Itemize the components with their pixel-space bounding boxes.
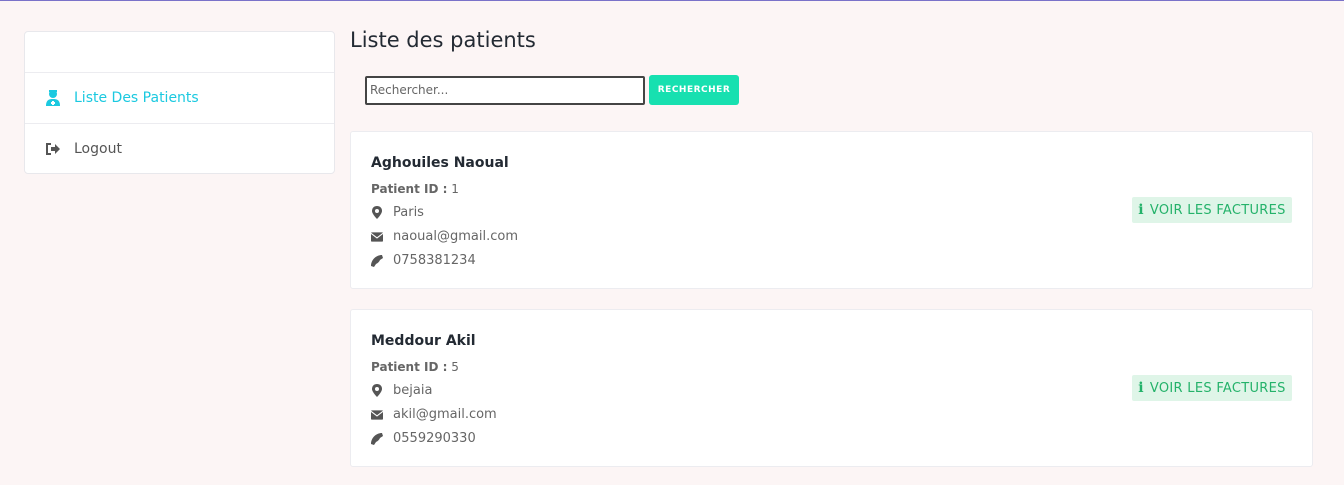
sidebar-item-patients[interactable]: Liste Des Patients bbox=[25, 73, 334, 123]
patient-city-row: Paris bbox=[371, 205, 424, 220]
patient-id: Patient ID : 1 bbox=[371, 182, 459, 196]
patient-email-row: akil@gmail.com bbox=[371, 407, 497, 422]
envelope-icon bbox=[371, 408, 383, 422]
search-bar: RECHERCHER bbox=[365, 75, 739, 105]
info-icon: i bbox=[1138, 202, 1144, 218]
sidebar-item-logout[interactable]: Logout bbox=[25, 123, 334, 173]
map-marker-icon bbox=[371, 384, 383, 398]
sidebar-item-label: Liste Des Patients bbox=[74, 90, 199, 106]
patient-card: Meddour Akil Patient ID : 5 bejaia akil@… bbox=[350, 309, 1313, 467]
info-icon: i bbox=[1138, 380, 1144, 396]
voir-factures-label: VOIR LES FACTURES bbox=[1149, 380, 1286, 396]
user-nurse-icon bbox=[44, 89, 62, 107]
patient-email-row: naoual@gmail.com bbox=[371, 229, 518, 244]
voir-factures-label: VOIR LES FACTURES bbox=[1149, 202, 1286, 218]
patient-phone-row: 0559290330 bbox=[371, 431, 476, 446]
patient-phone-row: 0758381234 bbox=[371, 253, 476, 268]
sidebar: Liste Des Patients Logout bbox=[24, 31, 335, 174]
patient-id-label: Patient ID : bbox=[371, 182, 448, 196]
patient-id-value: 5 bbox=[451, 360, 459, 374]
search-input[interactable] bbox=[365, 75, 645, 105]
page-title: Liste des patients bbox=[350, 28, 536, 52]
phone-icon bbox=[371, 254, 383, 268]
voir-factures-button[interactable]: i VOIR LES FACTURES bbox=[1132, 375, 1292, 401]
patient-card: Aghouiles Naoual Patient ID : 1 Paris na… bbox=[350, 131, 1313, 289]
map-marker-icon bbox=[371, 206, 383, 220]
sidebar-item-label: Logout bbox=[74, 140, 122, 157]
patient-email: naoual@gmail.com bbox=[393, 229, 518, 244]
sign-out-icon bbox=[44, 140, 62, 158]
sidebar-header bbox=[25, 32, 334, 73]
envelope-icon bbox=[371, 230, 383, 244]
voir-factures-button[interactable]: i VOIR LES FACTURES bbox=[1132, 197, 1292, 223]
patient-city: Paris bbox=[393, 205, 424, 220]
patient-id-value: 1 bbox=[451, 182, 459, 196]
search-button[interactable]: RECHERCHER bbox=[649, 75, 739, 105]
patient-phone: 0559290330 bbox=[393, 431, 476, 446]
patient-name: Meddour Akil bbox=[371, 333, 476, 349]
patient-email: akil@gmail.com bbox=[393, 407, 497, 422]
patient-city-row: bejaia bbox=[371, 383, 432, 398]
phone-icon bbox=[371, 432, 383, 446]
patient-name: Aghouiles Naoual bbox=[371, 155, 509, 171]
patient-id: Patient ID : 5 bbox=[371, 360, 459, 374]
patient-phone: 0758381234 bbox=[393, 253, 476, 268]
patient-id-label: Patient ID : bbox=[371, 360, 448, 374]
patient-city: bejaia bbox=[393, 383, 433, 398]
